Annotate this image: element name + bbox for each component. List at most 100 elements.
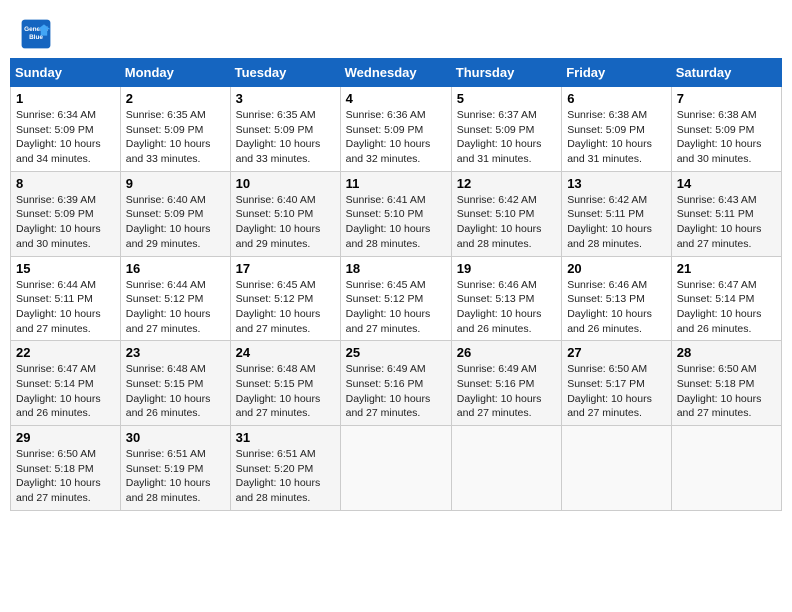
day-number: 15: [16, 261, 115, 276]
day-number: 19: [457, 261, 556, 276]
day-info: Sunrise: 6:35 AM Sunset: 5:09 PM Dayligh…: [126, 108, 225, 167]
day-info: Sunrise: 6:36 AM Sunset: 5:09 PM Dayligh…: [346, 108, 446, 167]
day-info: Sunrise: 6:46 AM Sunset: 5:13 PM Dayligh…: [567, 278, 666, 337]
calendar-cell: 3 Sunrise: 6:35 AM Sunset: 5:09 PM Daylig…: [230, 87, 340, 172]
calendar-cell: 29 Sunrise: 6:50 AM Sunset: 5:18 PM Dayli…: [11, 426, 121, 511]
logo: General Blue: [20, 18, 56, 50]
day-info: Sunrise: 6:35 AM Sunset: 5:09 PM Dayligh…: [236, 108, 335, 167]
day-number: 11: [346, 176, 446, 191]
day-info: Sunrise: 6:43 AM Sunset: 5:11 PM Dayligh…: [677, 193, 776, 252]
calendar-cell: 26 Sunrise: 6:49 AM Sunset: 5:16 PM Dayli…: [451, 341, 561, 426]
calendar-cell: 20 Sunrise: 6:46 AM Sunset: 5:13 PM Dayli…: [562, 256, 672, 341]
day-info: Sunrise: 6:47 AM Sunset: 5:14 PM Dayligh…: [677, 278, 776, 337]
day-info: Sunrise: 6:41 AM Sunset: 5:10 PM Dayligh…: [346, 193, 446, 252]
weekday-header-saturday: Saturday: [671, 59, 781, 87]
day-info: Sunrise: 6:38 AM Sunset: 5:09 PM Dayligh…: [567, 108, 666, 167]
calendar-cell: 10 Sunrise: 6:40 AM Sunset: 5:10 PM Dayli…: [230, 171, 340, 256]
calendar-cell: 8Sunrise: 6:39 AM Sunset: 5:09 PM Daylig…: [11, 171, 121, 256]
calendar-week-5: 29 Sunrise: 6:50 AM Sunset: 5:18 PM Dayli…: [11, 426, 782, 511]
calendar-cell: 28 Sunrise: 6:50 AM Sunset: 5:18 PM Dayli…: [671, 341, 781, 426]
calendar-cell: 9 Sunrise: 6:40 AM Sunset: 5:09 PM Daylig…: [120, 171, 230, 256]
day-info: Sunrise: 6:48 AM Sunset: 5:15 PM Dayligh…: [126, 362, 225, 421]
day-info: Sunrise: 6:51 AM Sunset: 5:19 PM Dayligh…: [126, 447, 225, 506]
day-info: Sunrise: 6:51 AM Sunset: 5:20 PM Dayligh…: [236, 447, 335, 506]
weekday-header-row: SundayMondayTuesdayWednesdayThursdayFrid…: [11, 59, 782, 87]
day-number: 3: [236, 91, 335, 106]
logo-icon: General Blue: [20, 18, 52, 50]
day-info: Sunrise: 6:38 AM Sunset: 5:09 PM Dayligh…: [677, 108, 776, 167]
day-info: Sunrise: 6:50 AM Sunset: 5:18 PM Dayligh…: [677, 362, 776, 421]
calendar-cell: 22 Sunrise: 6:47 AM Sunset: 5:14 PM Dayli…: [11, 341, 121, 426]
calendar-cell: 16 Sunrise: 6:44 AM Sunset: 5:12 PM Dayli…: [120, 256, 230, 341]
day-number: 12: [457, 176, 556, 191]
page-header: General Blue: [10, 10, 782, 54]
day-info: Sunrise: 6:42 AM Sunset: 5:11 PM Dayligh…: [567, 193, 666, 252]
day-number: 26: [457, 345, 556, 360]
calendar-cell: 14Sunrise: 6:43 AM Sunset: 5:11 PM Dayli…: [671, 171, 781, 256]
calendar-cell: [671, 426, 781, 511]
day-number: 13: [567, 176, 666, 191]
calendar-cell: [562, 426, 672, 511]
day-number: 2: [126, 91, 225, 106]
day-info: Sunrise: 6:42 AM Sunset: 5:10 PM Dayligh…: [457, 193, 556, 252]
weekday-header-thursday: Thursday: [451, 59, 561, 87]
day-info: Sunrise: 6:40 AM Sunset: 5:09 PM Dayligh…: [126, 193, 225, 252]
day-info: Sunrise: 6:48 AM Sunset: 5:15 PM Dayligh…: [236, 362, 335, 421]
calendar-cell: 7 Sunrise: 6:38 AM Sunset: 5:09 PM Daylig…: [671, 87, 781, 172]
day-number: 27: [567, 345, 666, 360]
day-info: Sunrise: 6:49 AM Sunset: 5:16 PM Dayligh…: [457, 362, 556, 421]
day-number: 28: [677, 345, 776, 360]
calendar-cell: 11 Sunrise: 6:41 AM Sunset: 5:10 PM Dayli…: [340, 171, 451, 256]
day-number: 31: [236, 430, 335, 445]
day-number: 8: [16, 176, 115, 191]
weekday-header-wednesday: Wednesday: [340, 59, 451, 87]
day-number: 17: [236, 261, 335, 276]
day-info: Sunrise: 6:40 AM Sunset: 5:10 PM Dayligh…: [236, 193, 335, 252]
calendar-cell: [451, 426, 561, 511]
day-number: 4: [346, 91, 446, 106]
calendar-week-1: 1Sunrise: 6:34 AM Sunset: 5:09 PM Daylig…: [11, 87, 782, 172]
day-number: 29: [16, 430, 115, 445]
calendar-cell: 13 Sunrise: 6:42 AM Sunset: 5:11 PM Dayli…: [562, 171, 672, 256]
day-number: 1: [16, 91, 115, 106]
day-number: 6: [567, 91, 666, 106]
calendar: SundayMondayTuesdayWednesdayThursdayFrid…: [10, 58, 782, 511]
day-info: Sunrise: 6:50 AM Sunset: 5:17 PM Dayligh…: [567, 362, 666, 421]
day-number: 7: [677, 91, 776, 106]
calendar-week-3: 15 Sunrise: 6:44 AM Sunset: 5:11 PM Dayli…: [11, 256, 782, 341]
weekday-header-friday: Friday: [562, 59, 672, 87]
calendar-cell: 25Sunrise: 6:49 AM Sunset: 5:16 PM Dayli…: [340, 341, 451, 426]
calendar-cell: 1Sunrise: 6:34 AM Sunset: 5:09 PM Daylig…: [11, 87, 121, 172]
day-info: Sunrise: 6:44 AM Sunset: 5:12 PM Dayligh…: [126, 278, 225, 337]
calendar-cell: 5 Sunrise: 6:37 AM Sunset: 5:09 PM Daylig…: [451, 87, 561, 172]
calendar-cell: 21Sunrise: 6:47 AM Sunset: 5:14 PM Dayli…: [671, 256, 781, 341]
day-info: Sunrise: 6:46 AM Sunset: 5:13 PM Dayligh…: [457, 278, 556, 337]
day-number: 25: [346, 345, 446, 360]
calendar-cell: 6 Sunrise: 6:38 AM Sunset: 5:09 PM Daylig…: [562, 87, 672, 172]
day-number: 9: [126, 176, 225, 191]
calendar-cell: 17Sunrise: 6:45 AM Sunset: 5:12 PM Dayli…: [230, 256, 340, 341]
day-number: 23: [126, 345, 225, 360]
calendar-cell: 27 Sunrise: 6:50 AM Sunset: 5:17 PM Dayli…: [562, 341, 672, 426]
calendar-cell: 23 Sunrise: 6:48 AM Sunset: 5:15 PM Dayli…: [120, 341, 230, 426]
day-info: Sunrise: 6:50 AM Sunset: 5:18 PM Dayligh…: [16, 447, 115, 506]
weekday-header-tuesday: Tuesday: [230, 59, 340, 87]
calendar-week-2: 8Sunrise: 6:39 AM Sunset: 5:09 PM Daylig…: [11, 171, 782, 256]
day-number: 30: [126, 430, 225, 445]
day-info: Sunrise: 6:45 AM Sunset: 5:12 PM Dayligh…: [346, 278, 446, 337]
weekday-header-sunday: Sunday: [11, 59, 121, 87]
day-info: Sunrise: 6:37 AM Sunset: 5:09 PM Dayligh…: [457, 108, 556, 167]
calendar-cell: 30 Sunrise: 6:51 AM Sunset: 5:19 PM Dayli…: [120, 426, 230, 511]
day-info: Sunrise: 6:47 AM Sunset: 5:14 PM Dayligh…: [16, 362, 115, 421]
calendar-cell: 12 Sunrise: 6:42 AM Sunset: 5:10 PM Dayli…: [451, 171, 561, 256]
day-number: 5: [457, 91, 556, 106]
calendar-cell: 4 Sunrise: 6:36 AM Sunset: 5:09 PM Daylig…: [340, 87, 451, 172]
calendar-cell: 31 Sunrise: 6:51 AM Sunset: 5:20 PM Dayli…: [230, 426, 340, 511]
day-number: 10: [236, 176, 335, 191]
day-number: 22: [16, 345, 115, 360]
day-number: 16: [126, 261, 225, 276]
day-number: 20: [567, 261, 666, 276]
calendar-cell: 24Sunrise: 6:48 AM Sunset: 5:15 PM Dayli…: [230, 341, 340, 426]
calendar-cell: [340, 426, 451, 511]
day-info: Sunrise: 6:44 AM Sunset: 5:11 PM Dayligh…: [16, 278, 115, 337]
